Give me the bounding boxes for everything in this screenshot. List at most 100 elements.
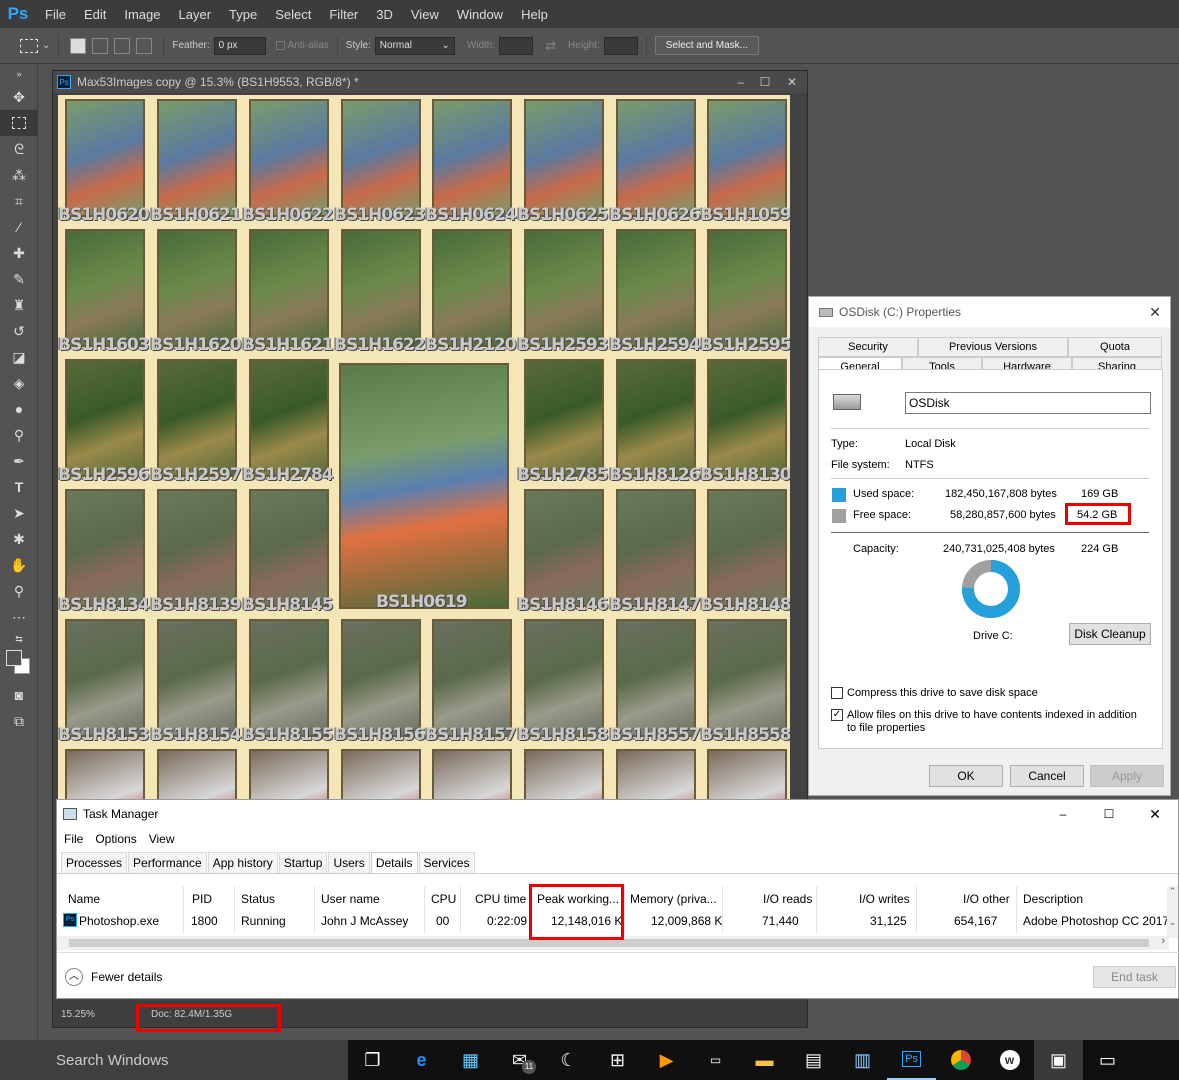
scroll-right-icon[interactable]: ›: [1161, 935, 1165, 947]
tab-startup[interactable]: Startup: [278, 852, 328, 873]
intersect-selection-icon[interactable]: [136, 37, 153, 54]
chrome-browser-icon[interactable]: [936, 1040, 985, 1080]
column-header-cpu[interactable]: CPU: [431, 892, 456, 906]
blur-tool-icon[interactable]: ●: [0, 396, 38, 422]
menu-filter[interactable]: Filter: [320, 7, 367, 22]
magic-wand-tool-icon[interactable]: ⁂: [0, 162, 38, 188]
foreground-color-swatch[interactable]: [6, 650, 22, 666]
disk-cleanup-button[interactable]: Disk Cleanup: [1069, 623, 1151, 645]
path-selection-tool-icon[interactable]: ➤: [0, 500, 38, 526]
dodge-tool-icon[interactable]: ⚲: [0, 422, 38, 448]
new-selection-icon[interactable]: [70, 37, 87, 54]
minimize-icon[interactable]: –: [729, 75, 753, 89]
drive-name-input[interactable]: OSDisk: [905, 392, 1151, 414]
tab-previous-versions[interactable]: Previous Versions: [918, 337, 1068, 357]
menu-3d[interactable]: 3D: [367, 7, 402, 22]
pen-tool-icon[interactable]: ✒: [0, 448, 38, 474]
width-input[interactable]: [499, 36, 534, 55]
brush-tool-icon[interactable]: ✎: [0, 266, 38, 292]
drive-properties-taskbar-icon[interactable]: ▭: [1083, 1040, 1132, 1080]
marquee-tool-preset-icon[interactable]: [20, 38, 38, 53]
tm-menu-options[interactable]: Options: [95, 832, 136, 846]
scroll-down-icon[interactable]: ⌄: [1167, 917, 1178, 928]
hand-tool-icon[interactable]: ✋: [0, 552, 38, 578]
tab-processes[interactable]: Processes: [61, 852, 128, 873]
tm-menu-file[interactable]: File: [64, 832, 83, 846]
column-header-user-name[interactable]: User name: [321, 892, 380, 906]
chevron-down-icon[interactable]: ⌄: [42, 40, 50, 51]
subtract-selection-icon[interactable]: [114, 37, 131, 54]
w-app-icon[interactable]: w: [985, 1040, 1034, 1080]
swap-icon[interactable]: ⇄: [545, 38, 556, 54]
vertical-scrollbar[interactable]: ⌃ ⌄: [1167, 886, 1178, 938]
column-header-io-writes[interactable]: I/O writes: [859, 892, 910, 906]
scroll-up-icon[interactable]: ⌃: [1167, 886, 1178, 897]
height-input[interactable]: [603, 36, 638, 55]
end-task-button[interactable]: End task: [1093, 966, 1176, 988]
panel-collapse-icon[interactable]: »: [0, 64, 38, 84]
style-select[interactable]: Normal ⌄: [374, 36, 455, 55]
file-explorer-icon[interactable]: ▬: [740, 1040, 789, 1080]
cancel-button[interactable]: Cancel: [1010, 765, 1084, 787]
quick-mask-icon[interactable]: ◙: [0, 682, 38, 708]
search-input[interactable]: Search Windows: [56, 1052, 169, 1069]
tab-quota[interactable]: Quota: [1068, 337, 1162, 357]
more-tools-icon[interactable]: ⋯: [0, 604, 38, 630]
move-tool-icon[interactable]: ✥: [0, 84, 38, 110]
menu-layer[interactable]: Layer: [170, 7, 221, 22]
feather-input[interactable]: 0 px: [213, 36, 266, 55]
media-player-icon[interactable]: ▶: [642, 1040, 691, 1080]
calculator-icon[interactable]: ▤: [789, 1040, 838, 1080]
antialias-checkbox[interactable]: [275, 41, 285, 50]
column-header-io-reads[interactable]: I/O reads: [763, 892, 812, 906]
document-canvas[interactable]: BS1H0620 BS1H0621 BS1H0622 BS1H0623 BS1H0624…: [58, 95, 790, 801]
store-bag-icon[interactable]: ⊞: [593, 1040, 642, 1080]
zoom-level[interactable]: 15.25%: [61, 1009, 131, 1020]
compress-checkbox[interactable]: [831, 687, 843, 699]
menu-window[interactable]: Window: [448, 7, 512, 22]
shape-tool-icon[interactable]: ✱: [0, 526, 38, 552]
document-title-bar[interactable]: Ps Max53Images copy @ 15.3% (BS1H9553, R…: [53, 71, 807, 93]
eyedropper-tool-icon[interactable]: ⁄: [0, 214, 38, 240]
weather-app-icon[interactable]: ☾: [544, 1040, 593, 1080]
ok-button[interactable]: OK: [929, 765, 1003, 787]
menu-image[interactable]: Image: [115, 7, 169, 22]
tab-performance[interactable]: Performance: [128, 852, 207, 873]
screen-mode-icon[interactable]: ⧉: [0, 708, 38, 734]
column-header-memory[interactable]: Memory (priva...: [630, 892, 717, 906]
swap-colors-icon[interactable]: ⇆: [0, 630, 38, 648]
marquee-tool-icon[interactable]: [0, 110, 38, 136]
tab-users[interactable]: Users: [328, 852, 370, 873]
tab-details[interactable]: Details: [370, 852, 418, 873]
apply-button[interactable]: Apply: [1090, 765, 1164, 787]
color-swatches[interactable]: [0, 648, 38, 682]
close-icon[interactable]: ✕: [777, 75, 807, 89]
index-checkbox[interactable]: ✓: [831, 709, 843, 721]
tab-services[interactable]: Services: [418, 852, 475, 873]
scroll-thumb[interactable]: [69, 939, 1149, 947]
tm-menu-view[interactable]: View: [149, 832, 175, 846]
add-to-selection-icon[interactable]: [92, 37, 109, 54]
maximize-icon[interactable]: ☐: [1086, 807, 1132, 821]
menu-help[interactable]: Help: [512, 7, 557, 22]
menu-edit[interactable]: Edit: [75, 7, 115, 22]
close-icon[interactable]: ✕: [1140, 304, 1170, 321]
store-app-icon[interactable]: ▦: [446, 1040, 495, 1080]
paint-bucket-tool-icon[interactable]: ◈: [0, 370, 38, 396]
minimize-icon[interactable]: –: [1040, 807, 1086, 821]
column-header-description[interactable]: Description: [1023, 892, 1083, 906]
column-header-name[interactable]: Name: [68, 892, 100, 906]
dialog-title-bar[interactable]: OSDisk (C:) Properties ✕: [809, 297, 1170, 327]
type-tool-icon[interactable]: T: [0, 474, 38, 500]
eraser-tool-icon[interactable]: ◪: [0, 344, 38, 370]
command-prompt-icon[interactable]: ▭: [691, 1040, 740, 1080]
taskbar-search[interactable]: Search Windows: [0, 1040, 348, 1080]
tab-app-history[interactable]: App history: [207, 852, 278, 873]
zoom-tool-icon[interactable]: ⚲: [0, 578, 38, 604]
history-brush-tool-icon[interactable]: ↺: [0, 318, 38, 344]
column-header-status[interactable]: Status: [241, 892, 275, 906]
healing-brush-tool-icon[interactable]: ✚: [0, 240, 38, 266]
mail-icon[interactable]: ✉ 11: [495, 1040, 544, 1080]
column-header-cpu-time[interactable]: CPU time: [475, 892, 526, 906]
photoshop-taskbar-icon[interactable]: Ps: [887, 1040, 936, 1080]
